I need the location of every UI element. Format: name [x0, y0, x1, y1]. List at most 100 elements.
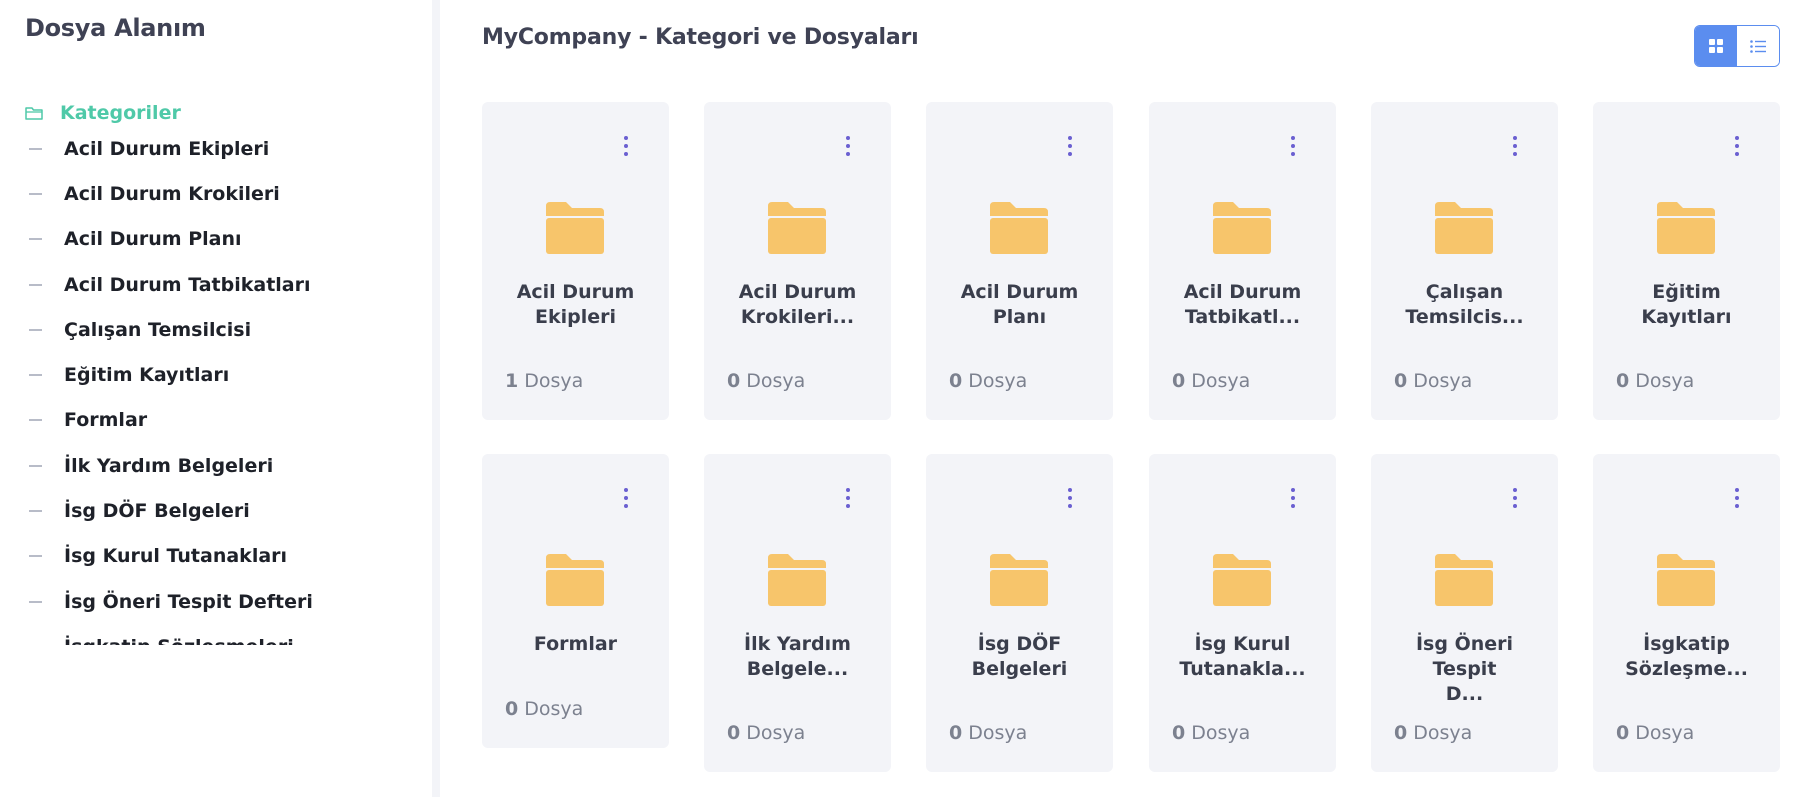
dash-icon	[29, 419, 42, 422]
sidebar-item-label: Acil Durum Krokileri	[64, 182, 280, 205]
card-title-line1: İsg DÖF	[977, 633, 1062, 655]
folder-icon	[768, 202, 826, 254]
sidebar-item-acil-durum-ekipleri[interactable]: Acil Durum Ekipleri	[25, 126, 425, 171]
category-card[interactable]: Acil Durum Krokileri... 0 Dosya	[704, 102, 891, 420]
sidebar-item-label: Acil Durum Ekipleri	[64, 137, 270, 160]
file-count: 0 Dosya	[1394, 722, 1472, 744]
folder-outline-icon	[25, 107, 43, 120]
card-title: İsg Kurul Tutanakla...	[1159, 632, 1326, 682]
file-count-unit: Dosya	[746, 722, 806, 744]
card-title: Formlar	[492, 632, 659, 657]
more-options-icon[interactable]	[843, 488, 853, 508]
sidebar-item-acil-durum-krokileri[interactable]: Acil Durum Krokileri	[25, 171, 425, 216]
more-options-icon[interactable]	[1732, 488, 1742, 508]
more-options-icon[interactable]	[1288, 136, 1298, 156]
card-title: İlk Yardım Belgele...	[714, 632, 881, 682]
file-count-unit: Dosya	[1413, 370, 1473, 392]
more-options-icon[interactable]	[1065, 136, 1075, 156]
folder-icon	[1213, 202, 1271, 254]
file-count-number: 1	[505, 370, 519, 392]
category-card[interactable]: İsg Kurul Tutanakla... 0 Dosya	[1149, 454, 1336, 772]
folder-icon	[546, 202, 604, 254]
card-title-line2: Belgeleri	[971, 658, 1068, 680]
tree-root-kategoriler[interactable]: Kategoriler	[25, 100, 425, 126]
file-count-number: 0	[1394, 370, 1408, 392]
sidebar-item-label: İsg Öneri Tespit Defteri	[64, 590, 313, 613]
sidebar-item-calisan-temsilcisi[interactable]: Çalışan Temsilcisi	[25, 307, 425, 352]
more-options-icon[interactable]	[621, 488, 631, 508]
category-card[interactable]: Formlar 0 Dosya	[482, 454, 669, 748]
more-options-icon[interactable]	[621, 136, 631, 156]
card-title-line1: Eğitim	[1652, 281, 1721, 303]
file-count-unit: Dosya	[1413, 722, 1473, 744]
category-card[interactable]: Acil Durum Ekipleri 1 Dosya	[482, 102, 669, 420]
sidebar-item-label: İsg DÖF Belgeleri	[64, 500, 250, 523]
sidebar-item-isg-oneri-tespit-defteri[interactable]: İsg Öneri Tespit Defteri	[25, 579, 425, 624]
list-view-button[interactable]	[1737, 26, 1779, 66]
category-card[interactable]: Acil Durum Planı 0 Dosya	[926, 102, 1113, 420]
sidebar-title: Dosya Alanım	[25, 14, 206, 42]
category-card[interactable]: Eğitim Kayıtları 0 Dosya	[1593, 102, 1780, 420]
card-title-line1: İsgkatip	[1643, 633, 1730, 655]
file-count-number: 0	[1172, 722, 1186, 744]
sidebar-item-acil-durum-tatbikatlari[interactable]: Acil Durum Tatbikatları	[25, 262, 425, 307]
file-count: 0 Dosya	[505, 698, 583, 720]
more-options-icon[interactable]	[1510, 136, 1520, 156]
file-count: 0 Dosya	[949, 722, 1027, 744]
card-title-line1: Acil Durum	[1183, 281, 1302, 303]
dash-icon	[29, 555, 42, 558]
card-title: Acil Durum Tatbikatl...	[1159, 280, 1326, 330]
card-title: Eğitim Kayıtları	[1603, 280, 1770, 330]
category-card[interactable]: İlk Yardım Belgele... 0 Dosya	[704, 454, 891, 772]
folder-icon	[1435, 202, 1493, 254]
file-count: 0 Dosya	[949, 370, 1027, 392]
sidebar-item-label: İsgkatip Sözleşmeleri	[64, 636, 294, 645]
card-title-line1: Acil Durum	[960, 281, 1079, 303]
sidebar-item-label: Eğitim Kayıtları	[64, 364, 230, 387]
card-title: Çalışan Temsilcis...	[1381, 280, 1548, 330]
more-options-icon[interactable]	[1510, 488, 1520, 508]
sidebar-item-isgkatip-sozlesmeleri[interactable]: İsgkatip Sözleşmeleri	[25, 624, 425, 645]
sidebar-item-label: Acil Durum Planı	[64, 228, 242, 251]
sidebar-item-isg-kurul-tutanaklari[interactable]: İsg Kurul Tutanakları	[25, 534, 425, 579]
sidebar-item-acil-durum-plani[interactable]: Acil Durum Planı	[25, 217, 425, 262]
category-card[interactable]: Acil Durum Tatbikatl... 0 Dosya	[1149, 102, 1336, 420]
dash-icon	[29, 283, 42, 286]
file-count-number: 0	[949, 370, 963, 392]
page-title: MyCompany - Kategori ve Dosyaları	[482, 25, 919, 50]
file-count-unit: Dosya	[968, 722, 1028, 744]
dash-icon	[29, 464, 42, 467]
card-title-line1: Çalışan	[1425, 281, 1504, 303]
sidebar-item-isg-dof-belgeleri[interactable]: İsg DÖF Belgeleri	[25, 488, 425, 533]
file-count: 0 Dosya	[1616, 370, 1694, 392]
more-options-icon[interactable]	[843, 136, 853, 156]
more-options-icon[interactable]	[1732, 136, 1742, 156]
folder-icon	[990, 554, 1048, 606]
more-options-icon[interactable]	[1065, 488, 1075, 508]
dash-icon	[29, 147, 42, 150]
card-title: Acil Durum Ekipleri	[492, 280, 659, 330]
card-title-line2: Krokileri...	[740, 306, 855, 328]
category-card[interactable]: İsgkatip Sözleşme... 0 Dosya	[1593, 454, 1780, 772]
card-title-line2: Kayıtları	[1641, 306, 1732, 328]
file-count-number: 0	[1172, 370, 1186, 392]
category-card[interactable]: İsg Öneri Tespit D... 0 Dosya	[1371, 454, 1558, 772]
category-card[interactable]: Çalışan Temsilcis... 0 Dosya	[1371, 102, 1558, 420]
category-card[interactable]: İsg DÖF Belgeleri 0 Dosya	[926, 454, 1113, 772]
file-count-number: 0	[949, 722, 963, 744]
card-title: İsg Öneri Tespit D...	[1381, 632, 1548, 707]
sidebar-item-egitim-kayitlari[interactable]: Eğitim Kayıtları	[25, 352, 425, 397]
card-title-line2: Tutanakla...	[1179, 658, 1306, 680]
folder-icon	[768, 554, 826, 606]
more-options-icon[interactable]	[1288, 488, 1298, 508]
file-count: 0 Dosya	[1172, 722, 1250, 744]
card-title-line2: Tatbikatl...	[1184, 306, 1301, 328]
grid-view-button[interactable]	[1695, 26, 1737, 66]
file-count-unit: Dosya	[746, 370, 806, 392]
file-count: 1 Dosya	[505, 370, 583, 392]
file-count-number: 0	[1616, 370, 1630, 392]
card-title: İsg DÖF Belgeleri	[936, 632, 1103, 682]
sidebar-item-ilk-yardim-belgeleri[interactable]: İlk Yardım Belgeleri	[25, 443, 425, 488]
sidebar-item-label: Acil Durum Tatbikatları	[64, 273, 311, 296]
sidebar-item-formlar[interactable]: Formlar	[25, 398, 425, 443]
